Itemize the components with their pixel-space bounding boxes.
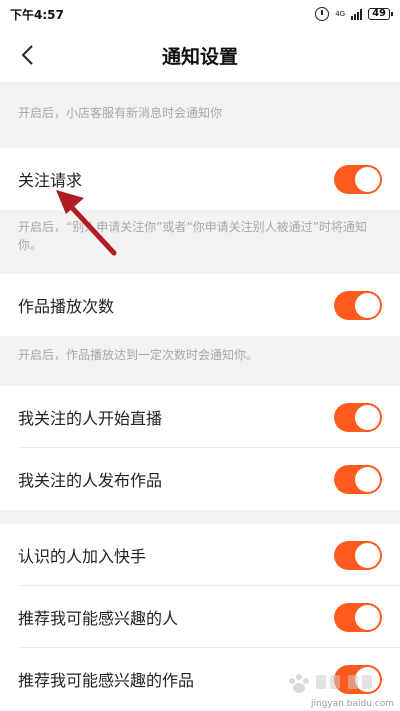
baidu-jingyan-logo-icon	[289, 674, 372, 693]
watermark-text: jingyan.baidu.com	[310, 699, 394, 709]
setting-label: 我关注的人发布作品	[18, 471, 163, 490]
status-time: 下午4:57	[10, 7, 64, 22]
setting-follow-request: 关注请求	[0, 148, 400, 210]
hint-shop-service: 开启后，小店客服有新消息时会通知你	[0, 104, 400, 130]
setting-play-count: 作品播放次数	[0, 274, 400, 336]
setting-label: 关注请求	[18, 171, 83, 190]
chevron-left-icon	[21, 45, 33, 65]
acquaintance-join-toggle[interactable]	[334, 540, 382, 570]
nav-bar: 通知设置	[0, 28, 400, 82]
setting-followed-post: 我关注的人发布作品	[0, 448, 400, 510]
battery-level: 49	[372, 8, 386, 19]
play-count-toggle[interactable]	[334, 290, 382, 320]
hint-play-count: 开启后，作品播放达到一定次数时会通知你。	[0, 346, 400, 370]
setting-label: 推荐我可能感兴趣的作品	[18, 671, 195, 690]
battery-icon: 49	[368, 8, 393, 20]
status-bar: 下午4:57 4G 49	[0, 0, 400, 28]
setting-followed-live: 我关注的人开始直播	[0, 386, 400, 448]
followed-post-toggle[interactable]	[334, 464, 382, 494]
network-indicator: 4G	[335, 9, 346, 18]
status-icons: 4G 49	[315, 7, 393, 21]
hint-text: 开启后，“别人申请关注你”或者“你申请关注别人被通过”时将通知你。	[18, 220, 367, 252]
recommend-people-toggle[interactable]	[334, 602, 382, 632]
setting-acquaintance-join: 认识的人加入快手	[0, 524, 400, 586]
setting-label: 我关注的人开始直播	[18, 409, 163, 428]
hint-follow-request: 开启后，“别人申请关注你”或者“你申请关注别人被通过”时将通知你。	[0, 218, 400, 258]
setting-label: 认识的人加入快手	[18, 547, 147, 566]
hint-text: 开启后，作品播放达到一定次数时会通知你。	[18, 348, 259, 362]
followed-live-toggle[interactable]	[334, 402, 382, 432]
setting-label: 推荐我可能感兴趣的人	[18, 609, 179, 628]
network-type: 4G	[335, 9, 346, 18]
alarm-icon	[315, 7, 330, 21]
hint-text: 开启后，小店客服有新消息时会通知你	[18, 106, 223, 120]
setting-recommend-people: 推荐我可能感兴趣的人	[0, 586, 400, 648]
follow-request-toggle[interactable]	[334, 164, 382, 194]
page-title: 通知设置	[161, 45, 238, 68]
signal-icon	[351, 8, 363, 20]
back-button[interactable]	[8, 36, 46, 74]
setting-label: 作品播放次数	[18, 297, 115, 316]
